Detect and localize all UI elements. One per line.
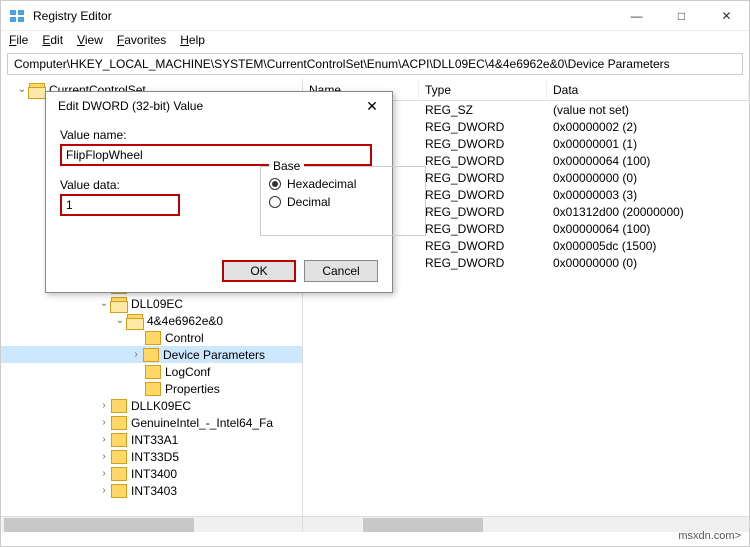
expand-icon[interactable]: › xyxy=(97,417,111,428)
folder-icon xyxy=(127,314,143,328)
cell-data: 0x00000064 (100) xyxy=(547,222,749,236)
base-groupbox: Base Hexadecimal Decimal xyxy=(260,166,426,236)
address-bar[interactable]: Computer\HKEY_LOCAL_MACHINE\SYSTEM\Curre… xyxy=(7,53,743,75)
radio-label: Hexadecimal xyxy=(287,177,356,191)
folder-icon xyxy=(111,416,127,430)
cell-data: (value not set) xyxy=(547,103,749,117)
tree-item[interactable]: Control xyxy=(165,331,204,345)
menu-help[interactable]: Help xyxy=(180,33,205,47)
tree-item[interactable]: DLLK09EC xyxy=(131,399,191,413)
tree-item[interactable]: GenuineIntel_-_Intel64_Fa xyxy=(131,416,273,430)
expand-icon[interactable]: › xyxy=(97,485,111,496)
tree-item[interactable]: Properties xyxy=(165,382,220,396)
cell-data: 0x00000003 (3) xyxy=(547,188,749,202)
dialog-title-bar: Edit DWORD (32-bit) Value ✕ xyxy=(46,92,392,120)
cancel-button[interactable]: Cancel xyxy=(304,260,378,282)
radio-hexadecimal[interactable]: Hexadecimal xyxy=(269,177,417,191)
cell-type: REG_DWORD xyxy=(419,256,547,270)
expand-icon[interactable]: ⌄ xyxy=(15,84,29,95)
title-bar: Registry Editor — □ ✕ xyxy=(1,1,749,31)
folder-icon xyxy=(111,450,127,464)
tree-item[interactable]: 4&4e6962e&0 xyxy=(147,314,223,328)
folder-icon xyxy=(111,297,127,311)
tree-item[interactable]: LogConf xyxy=(165,365,210,379)
maximize-button[interactable]: □ xyxy=(659,1,704,31)
cell-type: REG_DWORD xyxy=(419,188,547,202)
expand-icon[interactable]: › xyxy=(97,400,111,411)
watermark: msxdn.com> xyxy=(678,530,741,542)
folder-icon xyxy=(111,399,127,413)
col-type[interactable]: Type xyxy=(419,81,547,99)
cell-type: REG_DWORD xyxy=(419,222,547,236)
edit-dword-dialog: Edit DWORD (32-bit) Value ✕ Value name: … xyxy=(45,91,393,293)
cell-data: 0x01312d00 (20000000) xyxy=(547,205,749,219)
app-icon xyxy=(9,8,25,24)
cell-type: REG_DWORD xyxy=(419,154,547,168)
base-legend: Base xyxy=(269,159,304,173)
folder-icon xyxy=(111,484,127,498)
folder-icon xyxy=(111,433,127,447)
tree-item[interactable]: INT3403 xyxy=(131,484,177,498)
cell-data: 0x000005dc (1500) xyxy=(547,239,749,253)
tree-item[interactable]: INT3400 xyxy=(131,467,177,481)
cell-type: REG_SZ xyxy=(419,103,547,117)
expand-icon[interactable]: › xyxy=(97,434,111,445)
tree-scrollbar[interactable] xyxy=(1,516,302,532)
folder-icon xyxy=(145,382,161,396)
cell-type: REG_DWORD xyxy=(419,205,547,219)
expand-icon[interactable]: › xyxy=(97,468,111,479)
cell-type: REG_DWORD xyxy=(419,120,547,134)
folder-icon xyxy=(29,83,45,97)
cell-data: 0x00000002 (2) xyxy=(547,120,749,134)
tree-item[interactable]: DLL09EC xyxy=(131,297,183,311)
expand-icon[interactable]: › xyxy=(97,451,111,462)
minimize-button[interactable]: — xyxy=(614,1,659,31)
expand-icon[interactable]: ⌄ xyxy=(113,315,127,326)
tree-item[interactable]: INT33D5 xyxy=(131,450,179,464)
col-data[interactable]: Data xyxy=(547,81,749,99)
dialog-title: Edit DWORD (32-bit) Value xyxy=(58,99,352,113)
menu-bar: File Edit View Favorites Help xyxy=(1,31,749,49)
dialog-close-button[interactable]: ✕ xyxy=(352,98,392,115)
menu-edit[interactable]: Edit xyxy=(42,33,63,47)
cell-type: REG_DWORD xyxy=(419,171,547,185)
cell-type: REG_DWORD xyxy=(419,137,547,151)
tree-item[interactable]: INT33A1 xyxy=(131,433,178,447)
value-name-label: Value name: xyxy=(60,128,378,142)
expand-icon[interactable]: ⌄ xyxy=(97,298,111,309)
radio-icon xyxy=(269,178,281,190)
menu-view[interactable]: View xyxy=(77,33,103,47)
value-name-input[interactable] xyxy=(60,144,372,166)
cell-data: 0x00000000 (0) xyxy=(547,256,749,270)
radio-decimal[interactable]: Decimal xyxy=(269,195,417,209)
cell-type: REG_DWORD xyxy=(419,239,547,253)
cell-data: 0x00000064 (100) xyxy=(547,154,749,168)
folder-icon xyxy=(145,365,161,379)
close-button[interactable]: ✕ xyxy=(704,1,749,31)
folder-icon xyxy=(143,348,159,362)
cell-data: 0x00000000 (0) xyxy=(547,171,749,185)
expand-icon[interactable]: › xyxy=(129,349,143,360)
menu-file[interactable]: File xyxy=(9,33,28,47)
cell-data: 0x00000001 (1) xyxy=(547,137,749,151)
window-title: Registry Editor xyxy=(33,9,614,23)
menu-favorites[interactable]: Favorites xyxy=(117,33,166,47)
value-data-input[interactable] xyxy=(60,194,180,216)
radio-label: Decimal xyxy=(287,195,330,209)
ok-button[interactable]: OK xyxy=(222,260,296,282)
folder-icon xyxy=(145,331,161,345)
folder-icon xyxy=(111,467,127,481)
tree-item-selected[interactable]: Device Parameters xyxy=(163,348,265,362)
radio-icon xyxy=(269,196,281,208)
